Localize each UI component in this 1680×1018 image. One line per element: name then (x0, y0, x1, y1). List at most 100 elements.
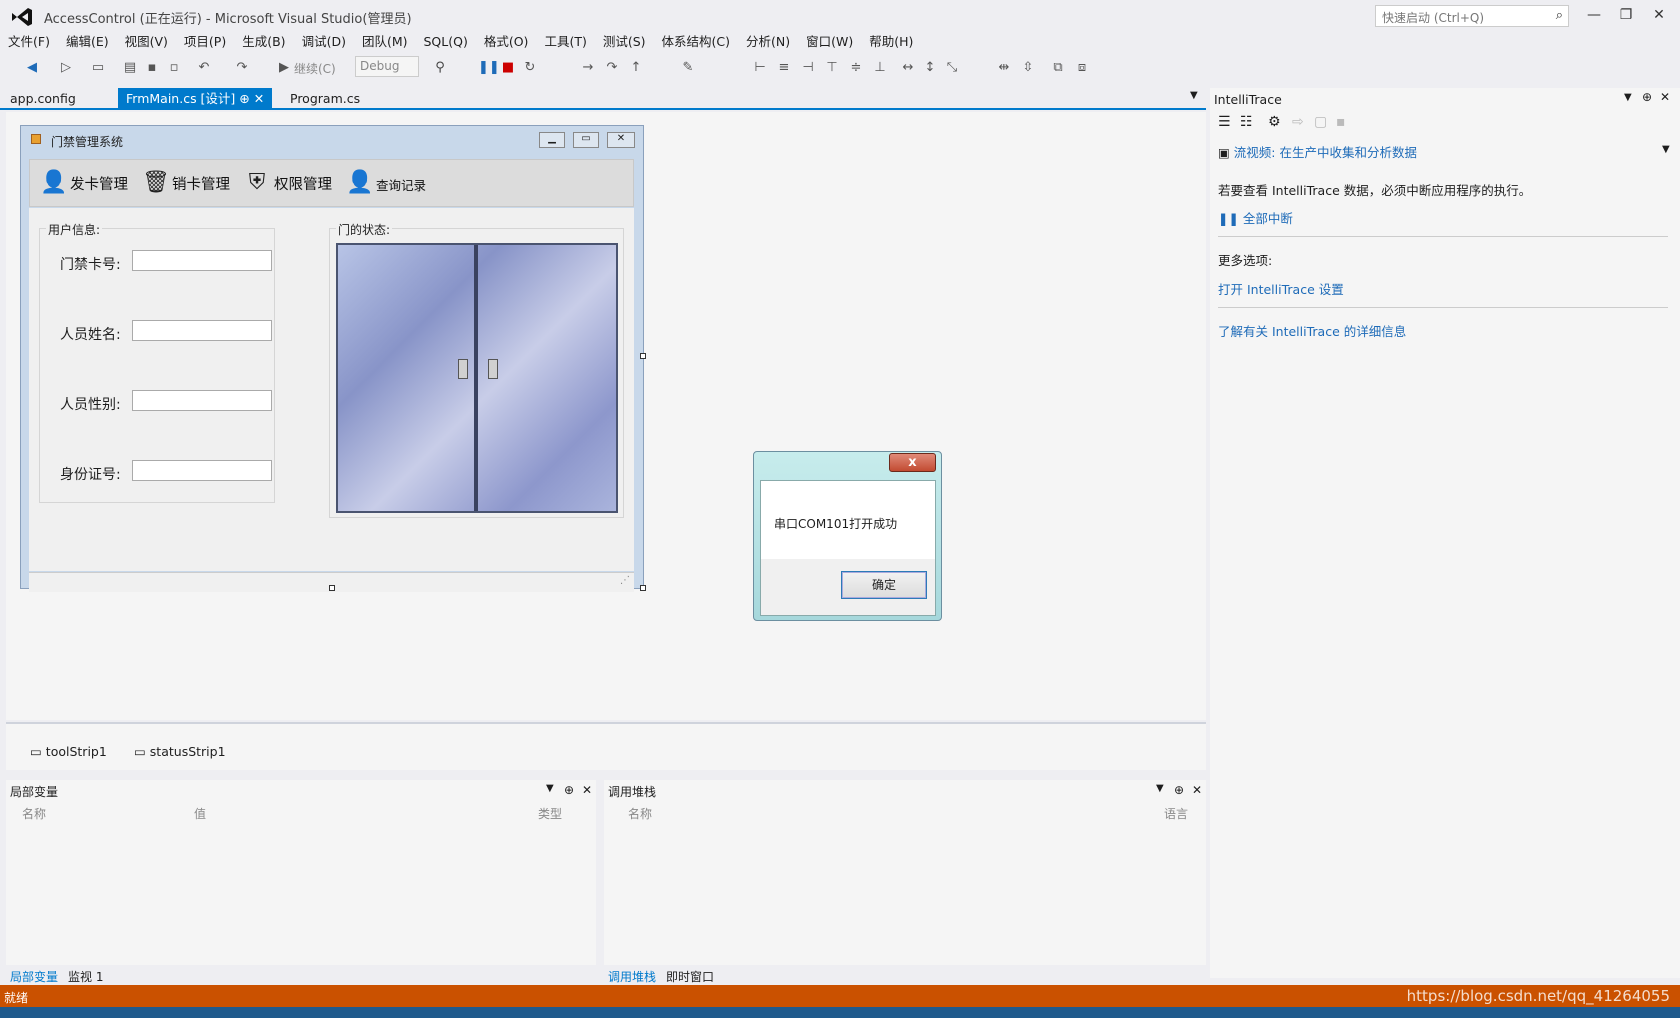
menu-project[interactable]: 项目(P) (176, 32, 234, 52)
attach-icon[interactable]: ⚲ (432, 60, 448, 76)
redo-icon[interactable]: ↷ (234, 60, 250, 76)
menu-file[interactable]: 文件(F) (0, 32, 58, 52)
align-left-icon[interactable]: ⊢ (752, 60, 768, 76)
goto-icon[interactable]: ⇨ (1292, 114, 1304, 130)
step-out-icon[interactable]: ↑ (628, 60, 644, 76)
align-right-icon[interactable]: ⊣ (800, 60, 816, 76)
dropdown-icon[interactable]: ▼ (546, 783, 554, 794)
same-height-icon[interactable]: ↕ (922, 60, 938, 76)
format-icon[interactable]: ✎ (680, 60, 696, 76)
search-icon[interactable]: ⌕ (1556, 8, 1563, 23)
col-value[interactable]: 值 (190, 802, 210, 822)
quick-launch-input[interactable]: 快速启动 (Ctrl+Q) ⌕ (1375, 5, 1569, 27)
forward-icon[interactable]: ▷ (58, 60, 74, 76)
statusstrip-component[interactable]: ▭ statusStrip1 (134, 744, 226, 759)
minimize-button[interactable]: — (1580, 4, 1608, 26)
align-center-icon[interactable]: ≡ (776, 60, 792, 76)
menu-architecture[interactable]: 体系结构(C) (654, 32, 738, 52)
open-log-icon[interactable]: ▢ (1314, 114, 1327, 130)
menu-tools[interactable]: 工具(T) (536, 32, 594, 52)
col-type[interactable]: 类型 (534, 802, 566, 822)
solution-config-select[interactable]: Debug (355, 56, 419, 77)
close-icon[interactable]: ✕ (582, 783, 592, 797)
save-icon[interactable]: ▪ (1336, 114, 1346, 130)
tab-program-cs[interactable]: Program.cs (282, 88, 368, 110)
align-bottom-icon[interactable]: ⊥ (872, 60, 888, 76)
tab-immediate[interactable]: 即时窗口 (666, 968, 714, 985)
tab-frmmain-design[interactable]: FrmMain.cs [设计] ⊕ ✕ (118, 88, 273, 110)
msgbox-close-button[interactable]: x (889, 453, 936, 472)
restart-icon[interactable]: ↻ (522, 60, 538, 76)
events-view-icon[interactable]: ☰ (1218, 114, 1231, 130)
menu-sql[interactable]: SQL(Q) (416, 32, 476, 52)
step-into-icon[interactable]: → (580, 60, 596, 76)
dropdown-icon[interactable]: ▼ (1156, 783, 1164, 794)
menu-build[interactable]: 生成(B) (234, 32, 293, 52)
gender-input[interactable] (132, 390, 272, 411)
save-icon[interactable]: ▪ (144, 60, 160, 76)
cancel-card-button[interactable]: 🗑 销卡管理 (142, 170, 230, 195)
step-over-icon[interactable]: ↷ (604, 60, 620, 76)
ok-button[interactable]: 确定 (841, 571, 927, 599)
open-file-icon[interactable]: ▤ (122, 60, 138, 76)
menu-team[interactable]: 团队(M) (354, 32, 416, 52)
close-icon[interactable]: ✕ (254, 91, 264, 106)
menu-analyze[interactable]: 分析(N) (738, 32, 798, 52)
card-no-input[interactable] (132, 250, 272, 271)
restore-button[interactable]: ❐ (1612, 4, 1640, 26)
same-width-icon[interactable]: ↔ (900, 60, 916, 76)
v-spacing-icon[interactable]: ⇳ (1020, 60, 1036, 76)
new-project-icon[interactable]: ▭ (90, 60, 106, 76)
video-link[interactable]: ▣ 流视频: 在生产中收集和分析数据 (1218, 142, 1417, 161)
col-language[interactable]: 语言 (1160, 802, 1192, 822)
close-icon[interactable]: ✕ (1192, 783, 1202, 797)
menu-edit[interactable]: 编辑(E) (58, 32, 117, 52)
calls-view-icon[interactable]: ☷ (1240, 114, 1253, 130)
dropdown-icon[interactable]: ▼ (1624, 92, 1632, 103)
tab-watch1[interactable]: 监视 1 (68, 968, 103, 985)
name-input[interactable] (132, 320, 272, 341)
col-name[interactable]: 名称 (624, 802, 656, 822)
continue-label[interactable]: 继续(C) (294, 60, 336, 77)
learn-more-link[interactable]: 了解有关 IntelliTrace 的详细信息 (1218, 321, 1406, 340)
tab-app-config[interactable]: app.config (2, 88, 84, 110)
close-icon[interactable]: ✕ (1660, 90, 1670, 104)
gear-icon[interactable]: ⚙ (1268, 114, 1281, 130)
tab-dropdown-icon[interactable]: ▼ (1190, 90, 1198, 101)
close-window-button[interactable]: ✕ (1645, 4, 1673, 26)
tab-callstack[interactable]: 调用堆栈 (608, 968, 656, 985)
save-all-icon[interactable]: ▫ (166, 60, 182, 76)
continue-icon[interactable]: ▶ (276, 60, 292, 76)
pin-icon[interactable]: ⊕ (1174, 783, 1184, 797)
open-settings-link[interactable]: 打开 IntelliTrace 设置 (1218, 279, 1344, 298)
undo-icon[interactable]: ↶ (196, 60, 212, 76)
bring-front-icon[interactable]: ⧉ (1050, 60, 1066, 76)
form-toolstrip[interactable]: 👤 发卡管理 🗑 销卡管理 ⛨ 权限管理 👤 查询记录 (29, 159, 634, 207)
col-name[interactable]: 名称 (18, 802, 50, 822)
align-middle-icon[interactable]: ≑ (848, 60, 864, 76)
toolstrip-component[interactable]: ▭ toolStrip1 (30, 744, 107, 759)
pin-icon[interactable]: ⊕ (564, 783, 574, 797)
query-records-button[interactable]: 👤 查询记录 (346, 170, 426, 195)
expand-icon[interactable]: ▼ (1662, 144, 1670, 155)
pin-icon[interactable]: ⊕ (239, 91, 249, 106)
resize-handle-bottom[interactable] (329, 585, 335, 591)
back-icon[interactable]: ◀ (24, 60, 40, 76)
send-back-icon[interactable]: ⧈ (1074, 60, 1090, 76)
break-all-link[interactable]: ❚❚ 全部中断 (1218, 208, 1293, 227)
designer-form[interactable]: 门禁管理系统 ▁ ▭ ✕ 👤 发卡管理 🗑 销卡管理 ⛨ 权限管理 👤 查询记录 用户信… (20, 125, 644, 592)
menu-debug[interactable]: 调试(D) (294, 32, 354, 52)
issue-card-button[interactable]: 👤 发卡管理 (40, 170, 128, 195)
pin-icon[interactable]: ⊕ (1642, 90, 1652, 104)
menu-format[interactable]: 格式(O) (476, 32, 537, 52)
menu-test[interactable]: 测试(S) (595, 32, 654, 52)
align-top-icon[interactable]: ⊤ (824, 60, 840, 76)
id-no-input[interactable] (132, 460, 272, 481)
menu-window[interactable]: 窗口(W) (798, 32, 861, 52)
tab-locals[interactable]: 局部变量 (10, 968, 58, 985)
stop-icon[interactable]: ■ (500, 60, 516, 76)
h-spacing-icon[interactable]: ⇹ (996, 60, 1012, 76)
same-size-icon[interactable]: ⤡ (944, 60, 960, 76)
resize-handle-right[interactable] (640, 353, 646, 359)
menu-view[interactable]: 视图(V) (117, 32, 176, 52)
